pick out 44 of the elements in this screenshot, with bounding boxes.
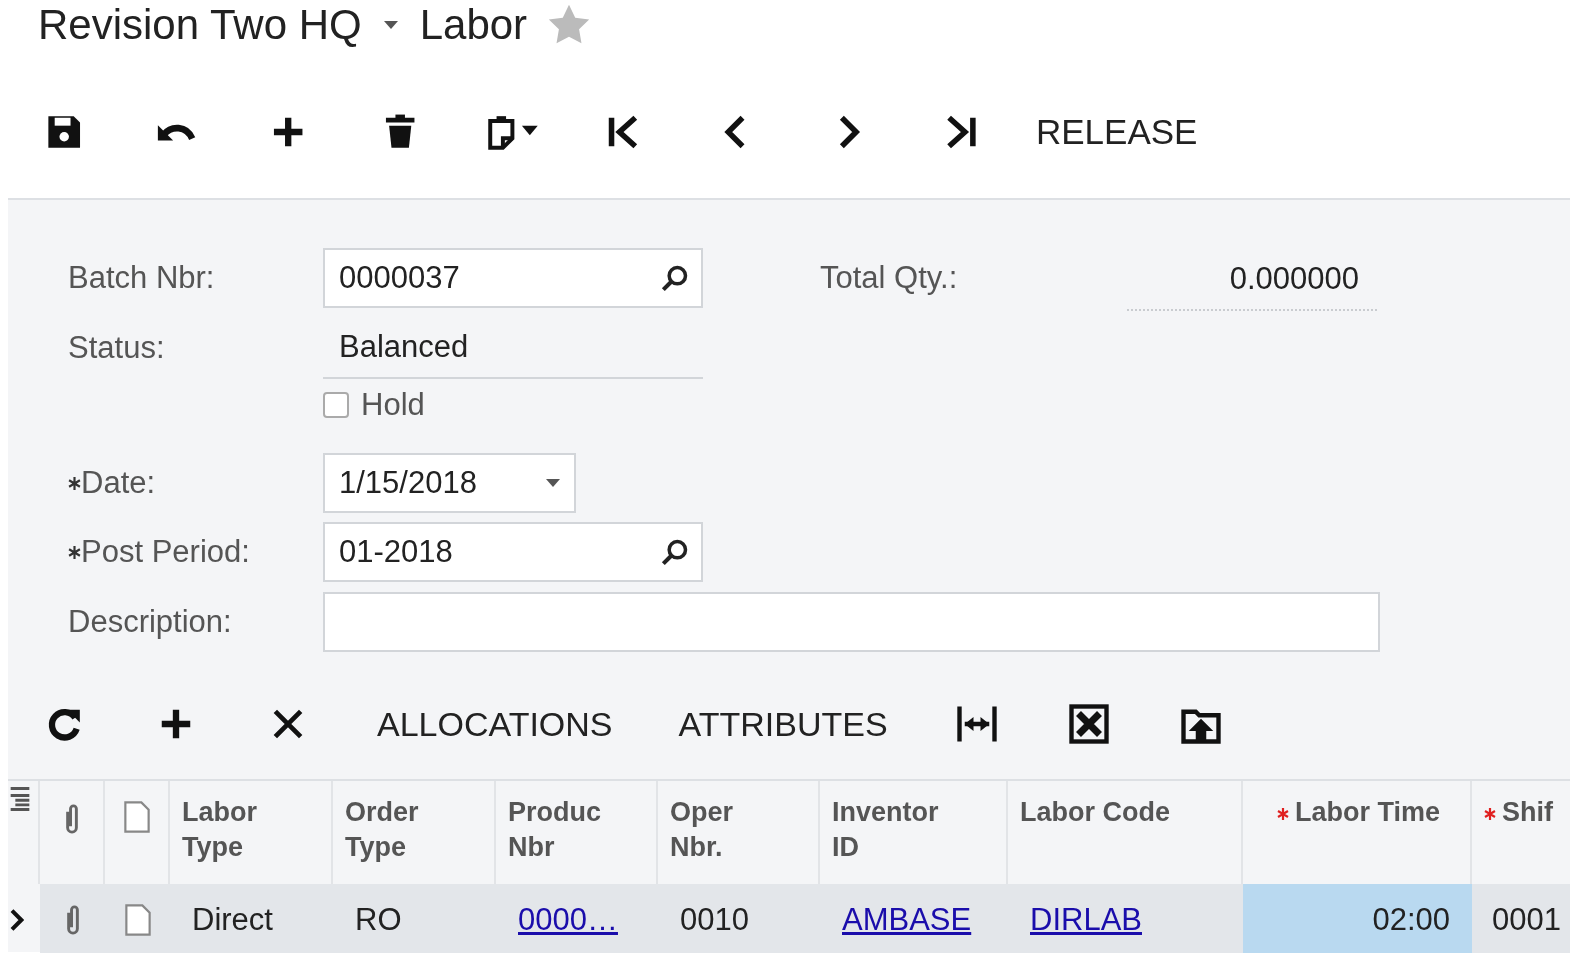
field-label: Batch Nbr: — [68, 259, 215, 297]
table-cell: 02:00 — [1243, 884, 1472, 953]
column-header[interactable]: Labor Type — [170, 781, 306, 884]
table-link[interactable]: AMBASE — [842, 896, 972, 944]
table-cell-text: 0010 — [679, 900, 750, 939]
field-label: Description: — [68, 602, 232, 641]
table-link[interactable]: DIRLAB — [1030, 896, 1142, 944]
date-field[interactable]: 1/15/2018 — [323, 453, 576, 513]
table-cell-text: Direct — [191, 900, 274, 939]
post-period-field[interactable]: 01-2018 — [323, 522, 703, 582]
hold-checkbox[interactable] — [323, 391, 349, 418]
table-link[interactable]: 0000… — [518, 896, 618, 944]
caret-icon — [544, 477, 562, 489]
status-value: Balanced — [323, 318, 703, 379]
release-button[interactable]: RELEASE — [1036, 105, 1198, 159]
field-label: Post Period: — [81, 532, 250, 571]
description-field[interactable] — [323, 592, 1380, 652]
note-icon — [122, 801, 151, 833]
field-label: Status: — [68, 329, 165, 368]
search-icon — [661, 264, 689, 293]
caret-icon[interactable] — [381, 19, 400, 31]
column-header[interactable]: Labor Time — [1243, 781, 1453, 884]
company-name[interactable]: Revision Two HQ — [38, 4, 362, 46]
search-icon — [661, 538, 689, 566]
batch-number-field[interactable]: 0000037 — [323, 248, 703, 309]
note-icon[interactable] — [123, 904, 152, 936]
toolbar-button[interactable]: ALLOCATIONS — [377, 698, 613, 750]
table-cell-text: RO — [354, 900, 403, 939]
field-label: Date: — [81, 463, 156, 502]
checkbox-label: Hold — [361, 385, 425, 424]
column-settings-icon[interactable] — [8, 785, 32, 813]
field-label: Total Qty.: — [820, 259, 959, 297]
toolbar-button[interactable]: ATTRIBUTES — [678, 698, 888, 750]
column-header[interactable]: Inventor ID — [820, 781, 956, 884]
table-cell-text: 0001 — [1491, 900, 1562, 939]
column-header[interactable]: Shif — [1472, 781, 1565, 884]
page-title: Labor — [419, 4, 528, 46]
column-header[interactable]: Order Type — [333, 781, 469, 884]
column-header[interactable]: Labor Code — [1008, 781, 1182, 884]
row-selector-icon[interactable] — [8, 908, 24, 932]
total-quantity-value: 0.000000 — [1127, 246, 1377, 311]
column-header[interactable]: Oper Nbr. — [658, 781, 794, 884]
table-row[interactable]: Direct RO 0000… 0010 AMBASE DIRLAB 02:00 0001 — [40, 884, 1570, 953]
column-header[interactable]: Produc Nbr — [496, 781, 632, 884]
